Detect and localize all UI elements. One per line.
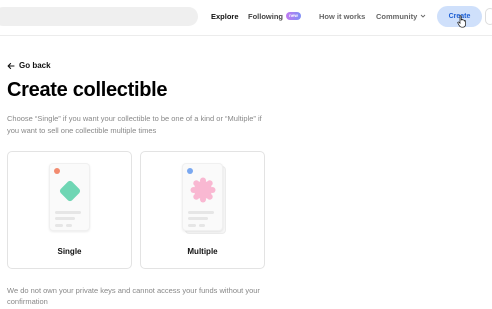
placeholder-line (55, 224, 63, 227)
multiple-preview-illustration (182, 163, 223, 231)
placeholder-line (199, 224, 205, 227)
arrow-left-icon (7, 62, 15, 69)
search-bar[interactable] (0, 7, 198, 26)
placeholder-line (188, 211, 214, 214)
nav-how-it-works-link[interactable]: How it works (319, 12, 365, 21)
nav-community-dropdown[interactable]: Community (376, 12, 417, 21)
multiple-option-card[interactable]: Multiple (140, 151, 265, 269)
placeholder-line (188, 217, 208, 220)
placeholder-line (55, 217, 75, 220)
top-navigation-bar: Explore Following new How it works Commu… (0, 0, 492, 36)
page-title: Create collectible (7, 79, 168, 101)
go-back-label: Go back (19, 61, 51, 70)
single-preview-illustration (49, 163, 90, 231)
chevron-down-icon (420, 14, 426, 18)
diamond-shape-icon (59, 180, 81, 202)
hand-cursor-icon (457, 15, 466, 28)
new-badge: new (286, 12, 301, 20)
flower-shape-icon (190, 177, 216, 203)
placeholder-line (188, 224, 196, 227)
go-back-link[interactable]: Go back (7, 61, 51, 70)
single-option-card[interactable]: Single (7, 151, 132, 269)
user-menu-button[interactable] (485, 8, 492, 25)
nav-following-link[interactable]: Following (248, 12, 283, 21)
placeholder-line (55, 211, 81, 214)
nav-explore-link[interactable]: Explore (211, 12, 239, 21)
page-description: Choose “Single” if you want your collect… (7, 114, 262, 135)
security-note: We do not own your private keys and cann… (7, 286, 260, 306)
placeholder-line (66, 224, 72, 227)
status-dot (54, 168, 60, 174)
single-option-label: Single (57, 247, 82, 256)
status-dot (187, 168, 193, 174)
multiple-option-label: Multiple (187, 247, 218, 256)
